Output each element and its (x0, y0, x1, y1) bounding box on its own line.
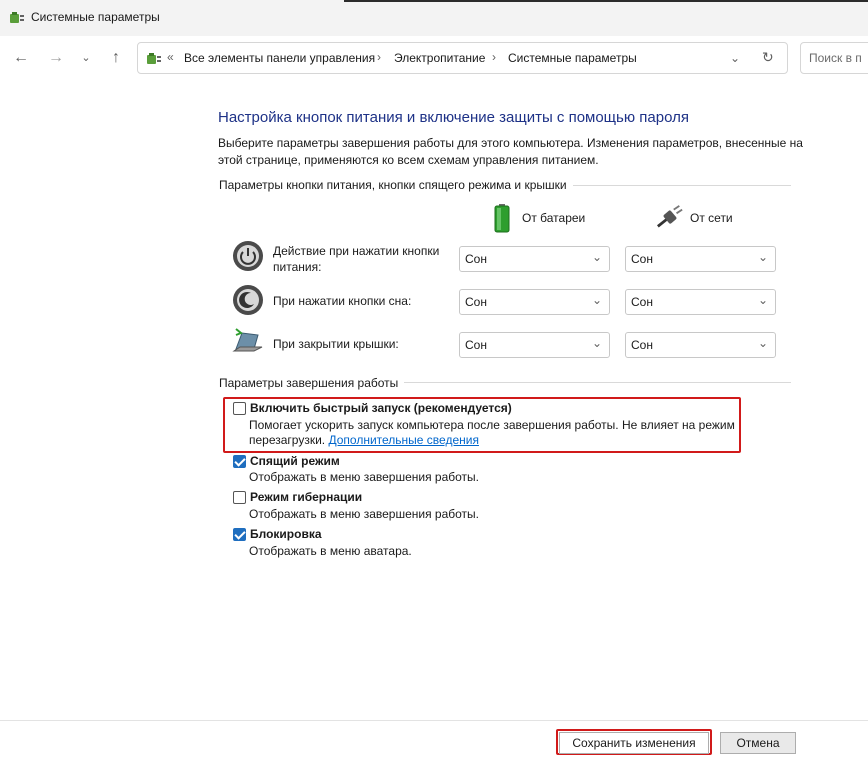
save-button[interactable]: Сохранить изменения (559, 732, 709, 754)
battery-column-label: От батареи (522, 211, 586, 225)
title-bar: Системные параметры (0, 0, 868, 36)
power-options-icon (10, 12, 24, 23)
lid-close-ac-select[interactable]: Сон ⌄ (625, 332, 776, 358)
power-button-label: Действие при нажатии кнопки питания: (273, 244, 440, 274)
select-value: Сон (465, 252, 487, 266)
chevron-down-icon: ⌄ (757, 336, 768, 350)
hibernate-label[interactable]: Режим гибернации (250, 490, 362, 504)
shutdown-section-title: Параметры завершения работы (219, 376, 405, 390)
search-input[interactable] (809, 51, 868, 65)
breadcrumb-separator[interactable]: › (377, 50, 381, 64)
fast-startup-label[interactable]: Включить быстрый запуск (рекомендуется) (250, 401, 512, 415)
select-value: Сон (465, 338, 487, 352)
lid-close-label: При закрытии крышки: (273, 337, 399, 351)
up-arrow-icon[interactable]: ↑ (106, 48, 126, 68)
fast-startup-description-tail: перезагрузки. (249, 433, 326, 447)
cancel-button[interactable]: Отмена (720, 732, 796, 754)
sleep-label[interactable]: Спящий режим (250, 454, 340, 468)
recent-locations-chevron-icon[interactable]: ⌄ (76, 48, 96, 68)
hibernate-description: Отображать в меню завершения работы. (249, 507, 480, 521)
page-title: Настройка кнопок питания и включение защ… (218, 109, 689, 126)
lock-description: Отображать в меню аватара. (249, 544, 412, 558)
search-box[interactable] (800, 42, 868, 74)
sleep-button-battery-select[interactable]: Сон ⌄ (459, 289, 610, 315)
chevron-down-icon: ⌄ (757, 293, 768, 307)
window-title: Системные параметры (31, 10, 160, 24)
more-info-link[interactable]: Дополнительные сведения (328, 433, 478, 447)
sleep-button-ac-select[interactable]: Сон ⌄ (625, 289, 776, 315)
breadcrumb-all-items[interactable]: Все элементы панели управления (184, 51, 375, 65)
sleep-button-icon (233, 285, 263, 315)
main-content: Настройка кнопок питания и включение защ… (0, 80, 868, 720)
power-button-battery-select[interactable]: Сон ⌄ (459, 246, 610, 272)
refresh-icon[interactable]: ↻ (762, 49, 774, 66)
ac-column-label: От сети (690, 211, 733, 225)
page-description: Выберите параметры завершения работы для… (218, 136, 803, 167)
sleep-button-label: При нажатии кнопки сна: (273, 294, 412, 308)
back-arrow-icon[interactable]: ← (11, 48, 31, 68)
select-value: Сон (631, 338, 653, 352)
navigation-bar: ← → ⌄ ↑ « Все элементы панели управления… (0, 36, 868, 80)
breadcrumb-separator[interactable]: › (492, 50, 496, 64)
fast-startup-description: Помогает ускорить запуск компьютера посл… (249, 418, 735, 432)
battery-icon (494, 204, 510, 233)
laptop-lid-icon (232, 328, 263, 352)
select-value: Сон (465, 295, 487, 309)
power-plug-icon (656, 205, 683, 228)
fast-startup-checkbox[interactable] (233, 402, 246, 415)
power-button-icon (233, 241, 263, 271)
battery-column-header: От батареи (488, 203, 585, 233)
sleep-checkbox[interactable] (233, 455, 246, 468)
chevron-down-icon: ⌄ (757, 250, 768, 264)
footer-bar: Сохранить изменения Отмена (0, 720, 868, 763)
lock-label[interactable]: Блокировка (250, 527, 322, 541)
control-panel-icon (147, 53, 161, 64)
power-button-ac-select[interactable]: Сон ⌄ (625, 246, 776, 272)
lid-close-battery-select[interactable]: Сон ⌄ (459, 332, 610, 358)
chevron-down-icon: ⌄ (591, 293, 602, 307)
select-value: Сон (631, 252, 653, 266)
sleep-description: Отображать в меню завершения работы. (249, 470, 480, 484)
address-bar[interactable]: « Все элементы панели управления › Элект… (137, 42, 788, 74)
breadcrumb-system-settings[interactable]: Системные параметры (508, 51, 637, 65)
chevron-down-icon: ⌄ (591, 336, 602, 350)
select-value: Сон (631, 295, 653, 309)
ac-column-header: От сети (656, 203, 733, 233)
lock-checkbox[interactable] (233, 528, 246, 541)
address-dropdown-chevron-icon[interactable]: ⌄ (730, 51, 740, 65)
power-buttons-section-title: Параметры кнопки питания, кнопки спящего… (219, 178, 573, 192)
breadcrumb-power[interactable]: Электропитание (394, 51, 485, 65)
fast-startup-description-line2: перезагрузки. Дополнительные сведения (249, 433, 479, 448)
hibernate-checkbox[interactable] (233, 491, 246, 504)
forward-arrow-icon[interactable]: → (46, 48, 66, 68)
window-edge (344, 0, 868, 2)
breadcrumb-overflow[interactable]: « (167, 50, 174, 64)
chevron-down-icon: ⌄ (591, 250, 602, 264)
